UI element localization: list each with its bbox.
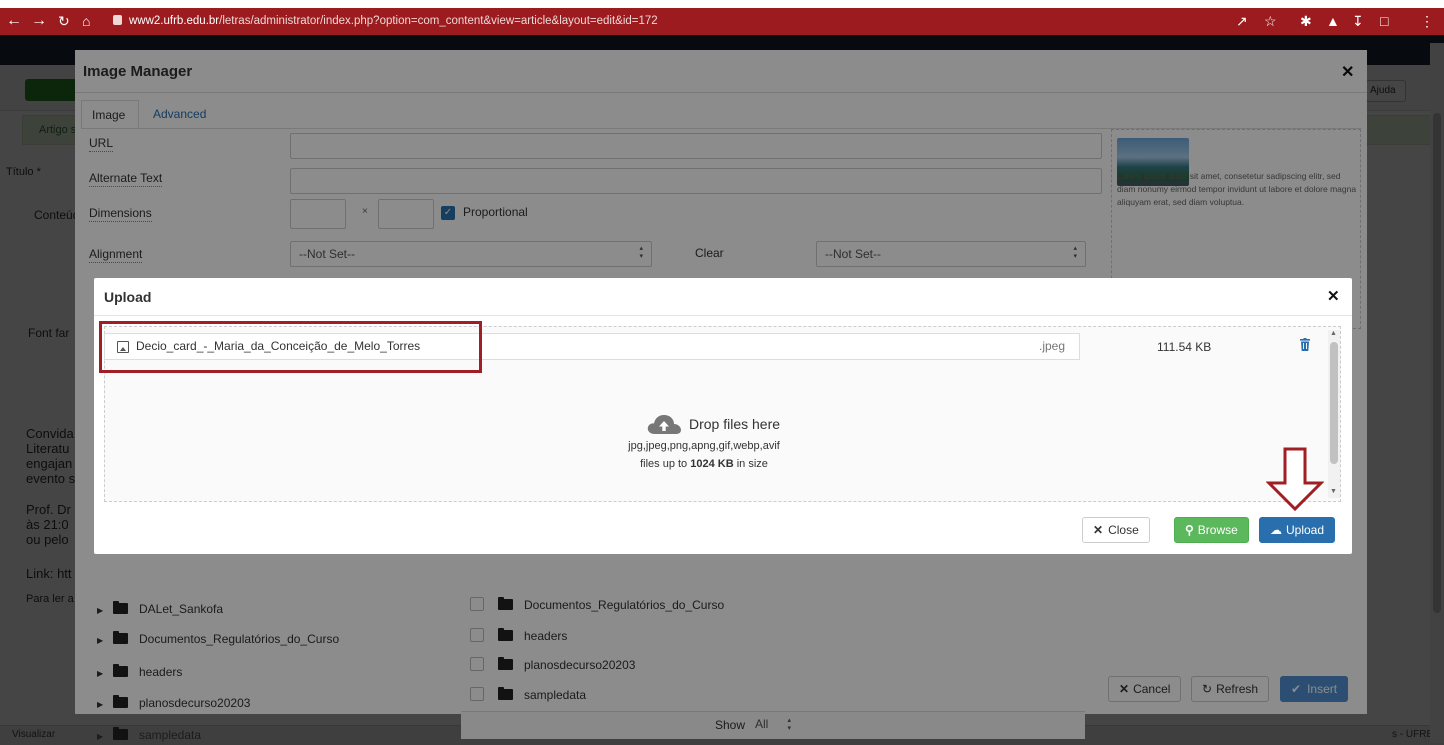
- home-icon[interactable]: ⌂: [82, 12, 90, 30]
- upload-dialog: Upload ✕ Decio_card_-_Maria_da_Conceição…: [94, 278, 1352, 554]
- cloud-upload-icon: [647, 415, 681, 434]
- upload-label: Upload: [1286, 523, 1325, 537]
- close-button[interactable]: ✕ Close: [1082, 517, 1150, 543]
- window-icon[interactable]: □: [1380, 13, 1388, 29]
- trash-icon[interactable]: [1300, 338, 1310, 351]
- cloud-upload-icon: ☁: [1270, 523, 1282, 537]
- scroll-down-icon[interactable]: ▼: [1330, 488, 1337, 495]
- url-path: /letras/administrator/index.php?option=c…: [219, 15, 658, 27]
- scroll-thumb[interactable]: [1330, 342, 1338, 464]
- menu-icon[interactable]: ⋮: [1420, 13, 1434, 29]
- drop-files-label: Drop files here: [689, 416, 781, 432]
- search-icon: ⚲: [1185, 523, 1194, 537]
- annotation-highlight-box: [99, 321, 482, 373]
- scroll-up-icon[interactable]: ▲: [1330, 330, 1337, 337]
- file-extension: .jpeg: [1039, 339, 1066, 353]
- lock-icon: [113, 15, 122, 25]
- address-bar[interactable]: www2.ufrb.edu.br/letras/administrator/in…: [113, 12, 658, 30]
- annotation-arrow-icon: [1266, 447, 1324, 511]
- top-strip: [0, 0, 1444, 8]
- size-limit: files up to 1024 KB in size: [494, 458, 914, 470]
- allowed-file-types: jpg,jpeg,png,apng,gif,webp,avif: [628, 440, 780, 452]
- reload-icon[interactable]: ↻: [58, 12, 70, 30]
- upload-title: Upload: [104, 289, 152, 305]
- size-limit-value: 1024 KB: [690, 458, 734, 470]
- browse-label: Browse: [1197, 523, 1238, 537]
- download-icon[interactable]: ↧: [1352, 13, 1364, 29]
- star-icon[interactable]: ☆: [1264, 13, 1277, 29]
- profile-icon[interactable]: ▲: [1326, 13, 1340, 29]
- share-icon[interactable]: ↗: [1236, 13, 1248, 29]
- close-icon[interactable]: ✕: [1327, 287, 1340, 305]
- browser-toolbar: ← → ↻ ⌂ www2.ufrb.edu.br/letras/administ…: [0, 8, 1444, 35]
- back-icon[interactable]: ←: [6, 12, 22, 30]
- upload-scrollbar[interactable]: ▲ ▼: [1328, 330, 1340, 498]
- forward-icon[interactable]: →: [31, 12, 47, 30]
- upload-header: Upload ✕: [94, 278, 1352, 316]
- size-limit-suffix: in size: [733, 458, 768, 470]
- close-label: Close: [1108, 523, 1139, 537]
- extension-icon[interactable]: ✱: [1300, 13, 1312, 29]
- file-size: 111.54 KB: [1157, 340, 1212, 354]
- close-icon: ✕: [1093, 523, 1104, 537]
- url-domain: www2.ufrb.edu.br: [129, 15, 220, 27]
- browse-button[interactable]: ⚲ Browse: [1174, 517, 1249, 543]
- size-limit-prefix: files up to: [640, 458, 691, 470]
- upload-button[interactable]: ☁ Upload: [1259, 517, 1336, 543]
